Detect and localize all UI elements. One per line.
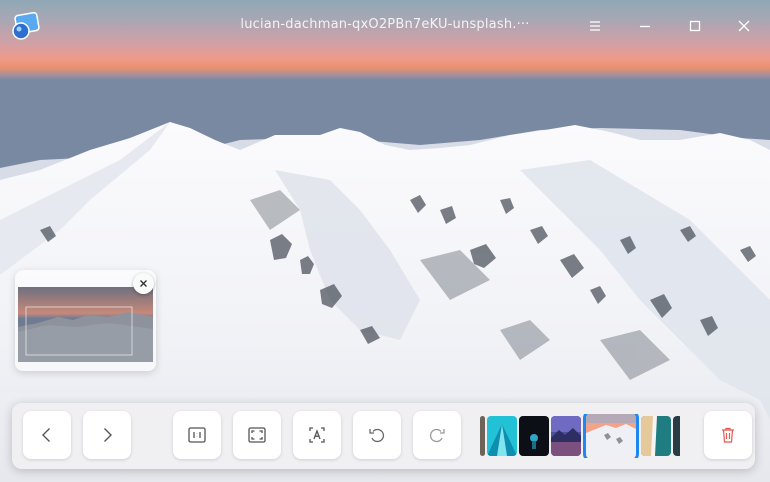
- thumbnail-cyan-mountain[interactable]: [487, 416, 517, 456]
- menu-button[interactable]: [583, 14, 607, 38]
- close-icon: [140, 280, 147, 287]
- original-size-button[interactable]: [173, 411, 221, 459]
- thumbnail-purple-lake[interactable]: [551, 416, 581, 456]
- ocr-button[interactable]: [293, 411, 341, 459]
- thumbnail-strip: [480, 414, 680, 458]
- chevron-right-icon: [104, 428, 112, 442]
- chevron-left-icon: [42, 428, 50, 442]
- fit-window-icon: [248, 427, 266, 443]
- close-icon: [738, 20, 750, 32]
- thumbnail-beach-aerial[interactable]: [641, 416, 671, 456]
- maximize-icon: [689, 20, 701, 32]
- thumbnail-dark-partial[interactable]: [673, 416, 680, 456]
- thumbnail-dark-figure[interactable]: [519, 416, 549, 456]
- close-button[interactable]: [732, 14, 756, 38]
- thumbnail-snowy-mountain-active[interactable]: [583, 414, 639, 458]
- rotate-right-button[interactable]: [413, 411, 461, 459]
- rotate-left-button[interactable]: [353, 411, 401, 459]
- title-bar: lucian-dachman-qxO2PBn7eKU-unsplash.···: [0, 0, 770, 52]
- navigation-close-button[interactable]: [133, 273, 154, 294]
- bottom-toolbar: [12, 403, 755, 469]
- previous-button[interactable]: [23, 411, 71, 459]
- actual-size-icon: [188, 427, 206, 443]
- minimize-icon: [640, 25, 650, 28]
- menu-icon: [590, 21, 600, 31]
- next-button[interactable]: [83, 411, 131, 459]
- delete-button[interactable]: [704, 411, 752, 459]
- trash-icon: [722, 427, 734, 443]
- window-title: lucian-dachman-qxO2PBn7eKU-unsplash.···: [240, 17, 530, 32]
- text-recognition-icon: [309, 427, 325, 443]
- rotate-counterclockwise-icon: [369, 428, 385, 443]
- image-viewer-app-icon: [10, 11, 40, 40]
- rotate-clockwise-icon: [429, 428, 445, 443]
- fit-window-button[interactable]: [233, 411, 281, 459]
- thumbnail-partial[interactable]: [480, 416, 485, 456]
- navigation-thumbnail[interactable]: [18, 287, 153, 362]
- maximize-button[interactable]: [683, 14, 707, 38]
- minimize-button[interactable]: [633, 14, 657, 38]
